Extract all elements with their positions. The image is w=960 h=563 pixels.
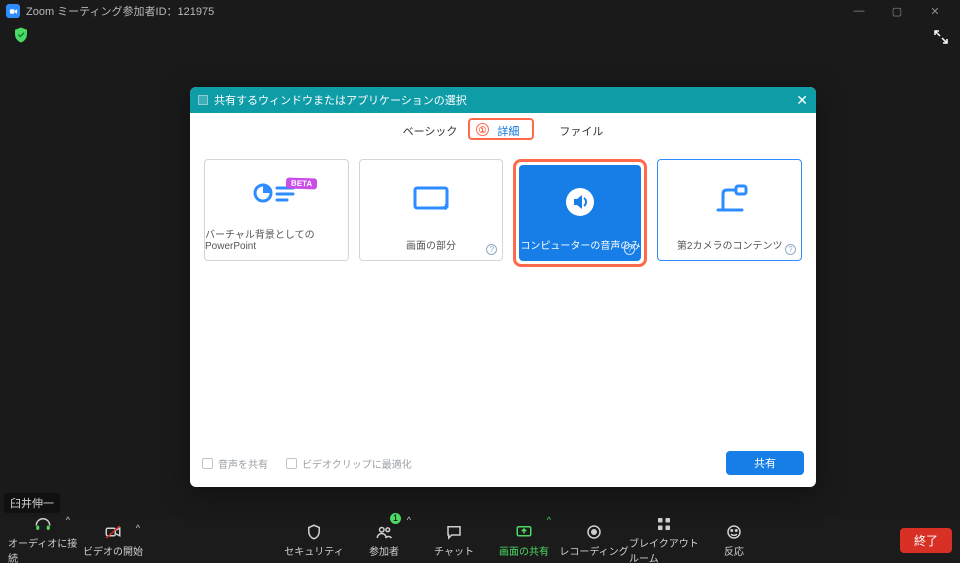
toolbar-label: 反応 xyxy=(724,543,744,558)
toolbar-label: オーディオに接続 xyxy=(8,535,78,563)
toolbar-label: ビデオの開始 xyxy=(83,543,143,558)
share-option-screen-portion[interactable]: + 画面の部分 ? xyxy=(359,159,504,261)
annotation-number-1: ① xyxy=(476,123,489,136)
toolbar-label: ブレイクアウトルーム xyxy=(629,535,699,563)
toolbar-record-button[interactable]: レコーディング xyxy=(559,515,629,563)
encryption-shield-icon[interactable] xyxy=(12,26,30,49)
checkbox-optimize-video[interactable]: ビデオクリップに最適化 xyxy=(286,456,412,471)
toolbar-participants-button[interactable]: 1 参加者 ^ xyxy=(349,515,419,563)
modal-app-icon xyxy=(198,95,208,105)
share-screen-modal: 共有するウィンドウまたはアプリケーションの選択 ✕ ベーシック 詳細 ファイル … xyxy=(190,87,816,487)
share-tabs: ベーシック 詳細 ファイル ① xyxy=(190,113,816,143)
participants-count-badge: 1 xyxy=(390,513,401,524)
end-meeting-button[interactable]: 終了 xyxy=(900,528,952,553)
window-titlebar: Zoom ミーティング参加者ID：121975 — ▢ ✕ xyxy=(0,0,960,22)
window-close-button[interactable]: ✕ xyxy=(916,5,954,18)
modal-header: 共有するウィンドウまたはアプリケーションの選択 ✕ xyxy=(190,87,816,113)
zoom-logo-icon xyxy=(6,4,20,18)
toolbar-share-screen-button[interactable]: 画面の共有 ^ xyxy=(489,515,559,563)
tab-basic[interactable]: ベーシック xyxy=(383,119,478,143)
tab-file[interactable]: ファイル xyxy=(539,119,623,143)
checkbox-label: 音声を共有 xyxy=(218,456,268,471)
svg-text:+: + xyxy=(442,200,449,214)
card-label: コンピューターの音声のみ xyxy=(520,237,640,260)
toolbar-label: チャット xyxy=(434,543,474,558)
share-option-computer-audio[interactable]: コンピューターの音声のみ ? xyxy=(519,165,641,261)
annotation-highlight-tab: ① xyxy=(468,118,534,140)
meeting-stage: 臼井伸一 共有するウィンドウまたはアプリケーションの選択 ✕ ベーシック 詳細 … xyxy=(0,22,960,517)
checkbox-box-icon xyxy=(202,458,213,469)
toolbar-chat-button[interactable]: チャット xyxy=(419,515,489,563)
chevron-up-icon[interactable]: ^ xyxy=(66,515,70,525)
modal-title: 共有するウィンドウまたはアプリケーションの選択 xyxy=(214,92,467,108)
screen-portion-icon: + xyxy=(409,160,453,237)
toolbar-reactions-button[interactable]: 反応 xyxy=(699,515,769,563)
chevron-up-icon[interactable]: ^ xyxy=(136,523,140,533)
toolbar-label: 画面の共有 xyxy=(499,543,549,558)
speaker-icon xyxy=(563,166,597,237)
checkbox-box-icon xyxy=(286,458,297,469)
toolbar-video-button[interactable]: ビデオの開始 ^ xyxy=(78,523,148,558)
annotation-highlight-card: コンピューターの音声のみ ? xyxy=(513,159,647,267)
toolbar-audio-button[interactable]: オーディオに接続 ^ xyxy=(8,515,78,563)
share-option-vbg-powerpoint[interactable]: BETA バーチャル背景としてのPowerPoint xyxy=(204,159,349,261)
second-camera-icon xyxy=(708,160,752,237)
meeting-toolbar: オーディオに接続 ^ ビデオの開始 ^ セキュリティ 1 参加者 ^ チャット … xyxy=(0,517,960,563)
toolbar-label: レコーディング xyxy=(559,543,628,558)
toolbar-label: 参加者 xyxy=(369,543,399,558)
share-option-second-camera[interactable]: 第2カメラのコンテンツ ? xyxy=(657,159,802,261)
fullscreen-icon[interactable] xyxy=(934,30,948,47)
toolbar-breakout-button[interactable]: ブレイクアウトルーム xyxy=(629,515,699,563)
toolbar-security-button[interactable]: セキュリティ xyxy=(279,515,349,563)
info-icon[interactable]: ? xyxy=(486,244,497,255)
window-maximize-button[interactable]: ▢ xyxy=(878,5,916,18)
checkbox-share-audio[interactable]: 音声を共有 xyxy=(202,456,268,471)
chevron-up-icon[interactable]: ^ xyxy=(547,515,551,525)
chevron-up-icon[interactable]: ^ xyxy=(407,515,411,525)
share-button[interactable]: 共有 xyxy=(726,451,804,475)
toolbar-label: セキュリティ xyxy=(284,543,343,558)
card-label: 画面の部分 xyxy=(406,237,456,260)
modal-close-button[interactable]: ✕ xyxy=(796,92,808,109)
card-label: 第2カメラのコンテンツ xyxy=(677,237,783,260)
modal-footer: 音声を共有 ビデオクリップに最適化 共有 xyxy=(190,441,816,487)
checkbox-label: ビデオクリップに最適化 xyxy=(302,456,412,471)
self-name-overlay: 臼井伸一 xyxy=(4,493,60,513)
info-icon[interactable]: ? xyxy=(785,244,796,255)
window-minimize-button[interactable]: — xyxy=(840,5,878,18)
window-title: Zoom ミーティング参加者ID：121975 xyxy=(26,3,214,19)
presentation-vbg-icon xyxy=(251,160,301,226)
card-label: バーチャル背景としてのPowerPoint xyxy=(205,226,348,260)
beta-badge: BETA xyxy=(286,177,318,189)
